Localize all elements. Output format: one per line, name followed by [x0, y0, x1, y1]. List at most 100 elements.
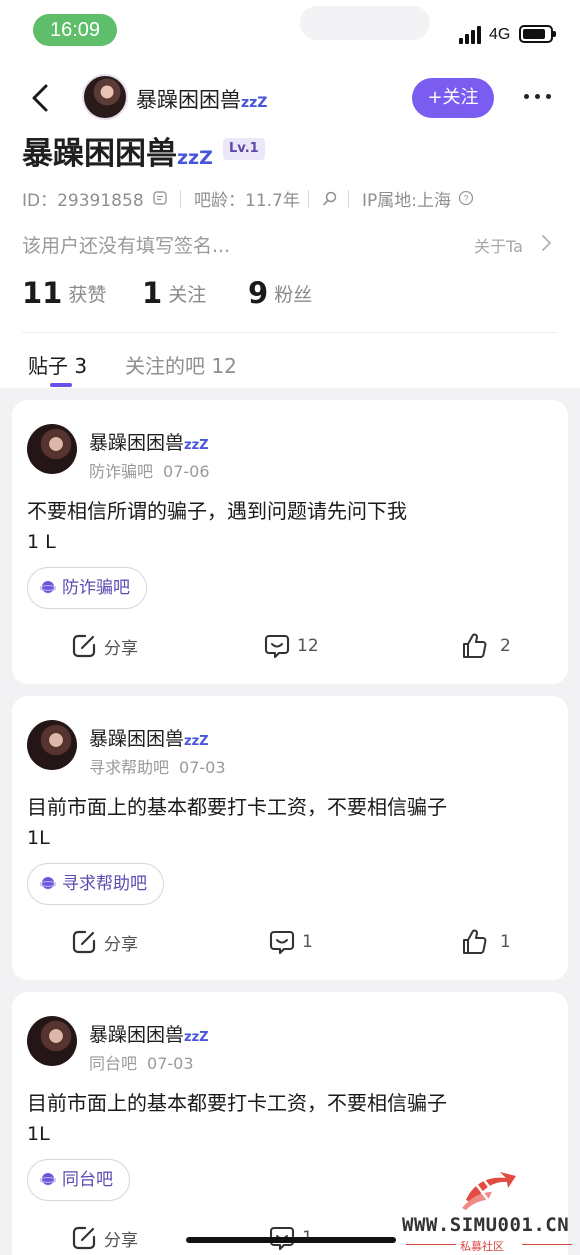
- follow-button[interactable]: +关注: [412, 78, 494, 118]
- share-icon: [72, 930, 96, 954]
- post-forum-name: 寻求帮助吧: [89, 758, 170, 777]
- post-forum-name: 防诈骗吧: [89, 462, 154, 481]
- network-type: 4G: [489, 26, 511, 43]
- sleep-zzz-icon: zzZ: [184, 438, 209, 453]
- header-username: 暴躁困困兽zzZ: [136, 84, 267, 114]
- stat-following-value: 1: [142, 276, 163, 310]
- post-floor: 1 L: [27, 531, 56, 553]
- post-meta: 防诈骗吧 07-06: [89, 458, 210, 482]
- tieba-age: 吧龄：11.7年: [194, 191, 300, 211]
- post-card[interactable]: 暴躁困困兽zzZ 寻求帮助吧 07-03 目前市面上的基本都要打卡工资，不要相信骗…: [12, 696, 568, 980]
- status-time: 16:09: [33, 14, 117, 46]
- like-count: 2: [500, 636, 511, 656]
- watermark: WWW.SIMU001.CN 私募社区: [400, 1170, 578, 1255]
- forum-tag-button[interactable]: 防诈骗吧: [27, 567, 147, 609]
- ip-location: IP属地:上海: [362, 191, 451, 211]
- post-author-avatar[interactable]: [27, 1016, 77, 1066]
- svg-text:?: ?: [463, 194, 468, 204]
- forum-tag-button[interactable]: 寻求帮助吧: [27, 863, 164, 905]
- profile-meta-row: ID：29391858 吧龄：11.7年 IP属地:上海 ?: [22, 186, 562, 212]
- like-count: 1: [500, 932, 511, 952]
- home-indicator[interactable]: [186, 1237, 396, 1243]
- about-ta-link[interactable]: 关于Ta: [474, 233, 523, 257]
- sleep-zzz-icon: zzZ: [241, 95, 268, 111]
- share-label: 分享: [104, 1230, 138, 1251]
- top-nav-bar: 暴躁困困兽zzZ +关注: [0, 70, 580, 126]
- profile-signature: 该用户还没有填写签名...: [22, 235, 231, 257]
- stat-likes-label: 获赞: [68, 283, 107, 306]
- level-badge[interactable]: Lv.1: [223, 138, 265, 160]
- share-button[interactable]: 分享: [70, 1224, 138, 1254]
- comment-count: 12: [297, 636, 319, 656]
- help-icon[interactable]: ?: [458, 190, 474, 206]
- post-author-name-text: 暴躁困困兽: [89, 1024, 185, 1046]
- watermark-site: WWW.SIMU001.CN: [402, 1214, 570, 1236]
- stat-fans-value: 9: [248, 276, 269, 310]
- comment-button[interactable]: 12: [263, 632, 319, 662]
- post-floor: 1L: [27, 827, 50, 849]
- post-author-name[interactable]: 暴躁困困兽zzZ: [89, 428, 209, 455]
- stat-following[interactable]: 1 关注: [142, 276, 206, 310]
- back-button[interactable]: [26, 78, 58, 118]
- posts-feed: 暴躁困困兽zzZ 防诈骗吧 07-06 不要相信所谓的骗子，遇到问题请先问下我 1…: [0, 388, 580, 1255]
- forum-tag-button[interactable]: 同台吧: [27, 1159, 130, 1201]
- watermark-subtitle: 私募社区: [460, 1240, 504, 1253]
- like-icon: [463, 929, 487, 954]
- back-arrow-icon: [32, 84, 48, 112]
- comment-button[interactable]: 1: [268, 928, 313, 958]
- share-button[interactable]: 分享: [70, 632, 138, 662]
- watermark-logo-icon: [462, 1172, 516, 1210]
- like-icon: [463, 633, 487, 658]
- sleep-zzz-icon: zzZ: [184, 734, 209, 749]
- share-button[interactable]: 分享: [70, 928, 138, 958]
- tab-posts[interactable]: 贴子 3: [28, 350, 87, 379]
- planet-icon: [40, 877, 56, 889]
- post-date: 07-03: [147, 1054, 194, 1073]
- chevron-right-icon[interactable]: [540, 234, 552, 252]
- profile-name: 暴躁困困兽zzZ: [22, 128, 213, 173]
- header-username-text: 暴躁困困兽: [136, 88, 241, 112]
- tab-followed-forums[interactable]: 关注的吧 12: [125, 350, 237, 379]
- comment-icon: [269, 930, 295, 955]
- share-label: 分享: [104, 638, 138, 659]
- stat-likes[interactable]: 11 获赞: [22, 276, 106, 310]
- forum-tag-label: 同台吧: [62, 1170, 113, 1190]
- comment-icon: [264, 634, 290, 659]
- post-card[interactable]: 暴躁困困兽zzZ 防诈骗吧 07-06 不要相信所谓的骗子，遇到问题请先问下我 1…: [12, 400, 568, 684]
- watermark-rule-right: [522, 1244, 572, 1245]
- watermark-rule-left: [406, 1244, 456, 1245]
- post-date: 07-06: [163, 462, 210, 481]
- share-icon: [72, 1226, 96, 1250]
- post-title[interactable]: 不要相信所谓的骗子，遇到问题请先问下我: [27, 495, 557, 524]
- copy-icon[interactable]: [152, 190, 168, 206]
- post-date: 07-03: [179, 758, 226, 777]
- post-author-name-text: 暴躁困困兽: [89, 728, 185, 750]
- profile-tabs: 贴子 3 关注的吧 12: [0, 350, 580, 390]
- tab-active-indicator: [50, 383, 72, 387]
- more-options-button[interactable]: [520, 86, 556, 106]
- post-floor: 1L: [27, 1123, 50, 1145]
- search-icon[interactable]: [322, 190, 338, 206]
- stat-fans-label: 粉丝: [274, 283, 313, 306]
- dynamic-island-ghost: [300, 6, 430, 40]
- stat-fans[interactable]: 9 粉丝: [248, 276, 312, 310]
- post-author-avatar[interactable]: [27, 424, 77, 474]
- like-button[interactable]: 1: [460, 928, 511, 958]
- post-author-name[interactable]: 暴躁困困兽zzZ: [89, 1020, 209, 1047]
- like-button[interactable]: 2: [460, 632, 511, 662]
- post-meta: 寻求帮助吧 07-03: [89, 754, 226, 778]
- post-title[interactable]: 目前市面上的基本都要打卡工资，不要相信骗子: [27, 791, 557, 820]
- post-meta: 同台吧 07-03: [89, 1050, 194, 1074]
- profile-name-text: 暴躁困困兽: [22, 136, 177, 172]
- post-author-name[interactable]: 暴躁困困兽zzZ: [89, 724, 209, 751]
- share-label: 分享: [104, 934, 138, 955]
- post-author-avatar[interactable]: [27, 720, 77, 770]
- post-title[interactable]: 目前市面上的基本都要打卡工资，不要相信骗子: [27, 1087, 557, 1116]
- sleep-zzz-icon: zzZ: [184, 1030, 209, 1045]
- planet-icon: [40, 1173, 56, 1185]
- post-author-name-text: 暴躁困困兽: [89, 432, 185, 454]
- cellular-signal-icon: [459, 26, 483, 44]
- header-avatar[interactable]: [82, 74, 128, 120]
- battery-icon: [519, 25, 556, 43]
- stat-likes-value: 11: [22, 276, 63, 310]
